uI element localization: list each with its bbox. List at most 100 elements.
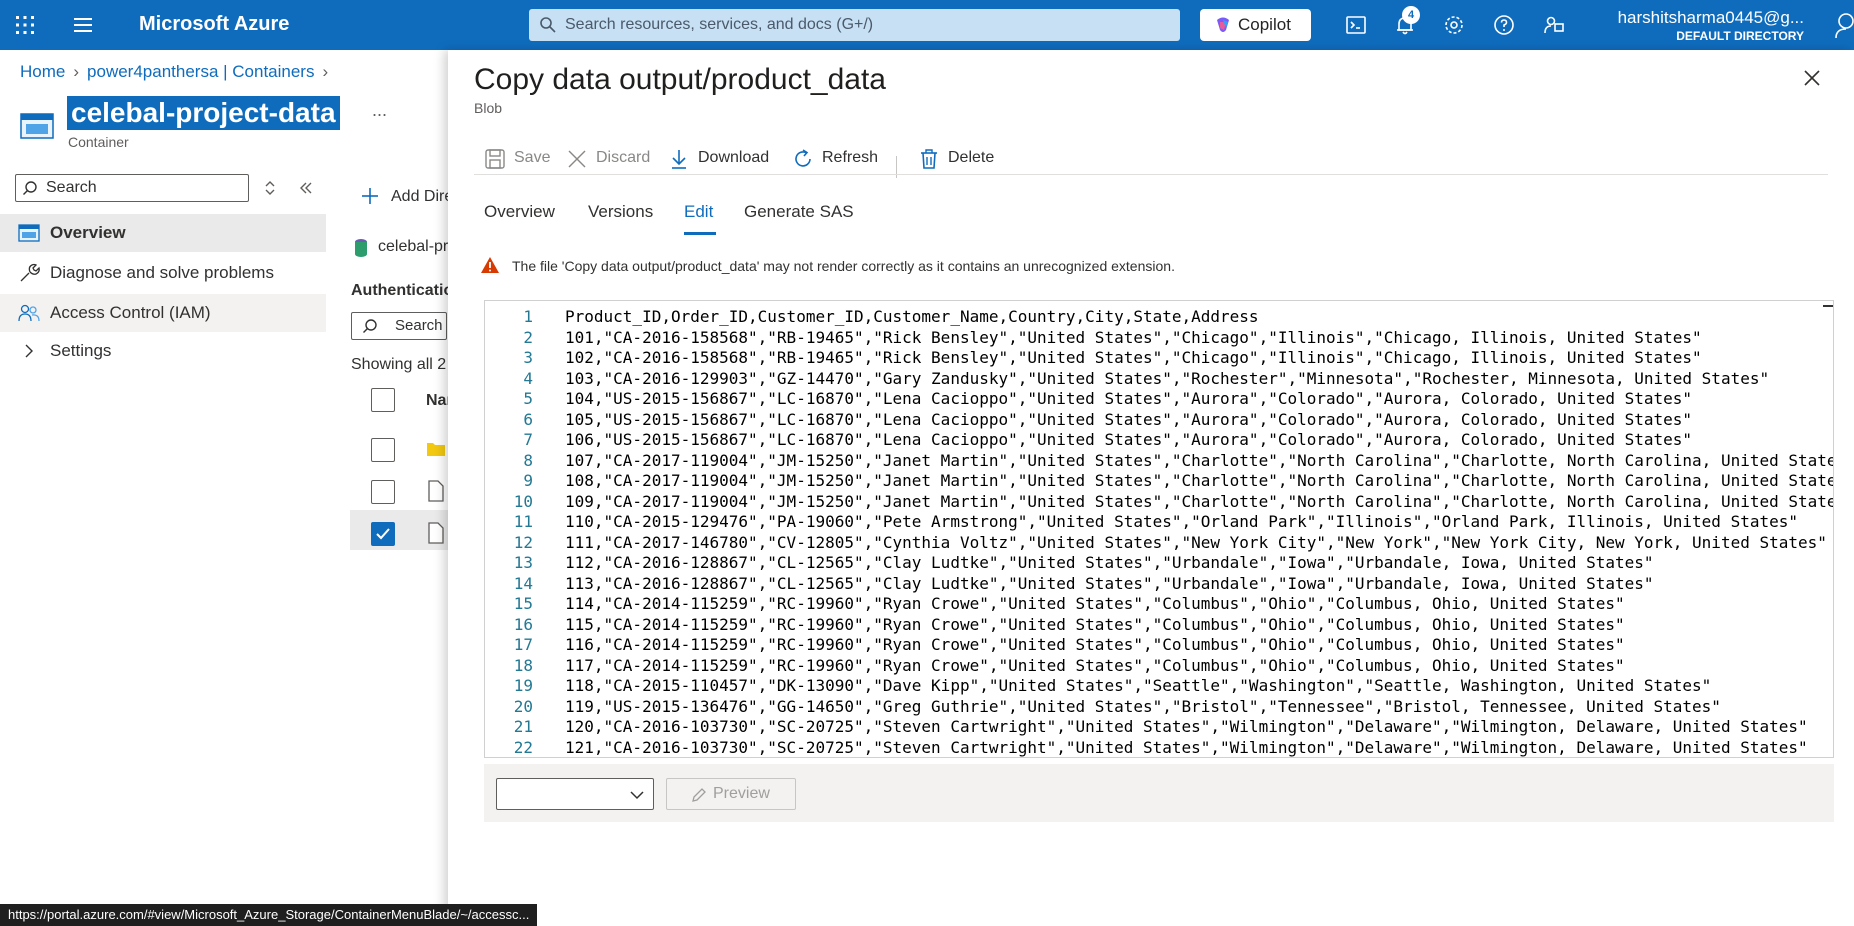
warning-icon: [481, 257, 499, 273]
copilot-icon: [1217, 17, 1229, 32]
storage-account-icon: [355, 239, 367, 257]
delete-label: Delete: [948, 149, 995, 166]
top-bar: Microsoft Azure Copilot 4: [0, 0, 1854, 50]
code-editor[interactable]: 1 Product_ID,Order_ID,Customer_ID,Custome…: [484, 300, 1834, 758]
toolbar-rule: [474, 174, 1828, 175]
people-icon: [18, 304, 40, 322]
download-icon: [672, 150, 686, 169]
panel-subtitle: Blob: [474, 100, 503, 116]
breadcrumb-storage[interactable]: power4panthersa | Containers: [87, 62, 314, 81]
save-button[interactable]: Save: [484, 142, 554, 176]
page-subtitle: Container: [68, 134, 129, 150]
breadcrumb-chevron-icon: ›: [322, 62, 329, 81]
nav-item-label: Overview: [50, 223, 126, 242]
preview-label: Preview: [713, 785, 770, 802]
page-title: celebal-project-data: [67, 96, 340, 130]
tab-edit[interactable]: Edit: [684, 202, 713, 222]
file-icon: [428, 522, 444, 544]
refresh-icon: [795, 149, 811, 167]
nav-item-label: Access Control (IAM): [50, 303, 211, 322]
refresh-button[interactable]: Refresh: [792, 142, 888, 176]
add-icon: [362, 188, 378, 204]
account-info[interactable]: harshitsharma0445@g... DEFAULT DIRECTORY: [1604, 8, 1804, 43]
feedback-icon[interactable]: [1542, 13, 1566, 37]
discard-button[interactable]: Discard: [566, 142, 652, 176]
breadcrumb-chevron-icon: ›: [73, 62, 80, 81]
cloud-shell-icon[interactable]: [1344, 13, 1368, 37]
status-bar-url: https://portal.azure.com/#view/Microsoft…: [0, 904, 538, 926]
wrench-icon: [20, 263, 40, 282]
file-icon: [428, 480, 444, 502]
copilot-label: Copilot: [1238, 15, 1291, 34]
nav-item-overview[interactable]: Overview: [0, 214, 326, 252]
row-checkbox[interactable]: [371, 438, 395, 462]
discard-label: Discard: [596, 149, 651, 166]
line-text: 121,"CA-2016-103730","SC-20725","Steven …: [565, 737, 1808, 757]
global-search[interactable]: [529, 9, 1180, 41]
panel-title: Copy data output/product_data: [474, 63, 886, 96]
save-label: Save: [514, 149, 551, 166]
container-icon: [18, 224, 40, 242]
pencil-icon: [692, 788, 706, 802]
menu-icon[interactable]: [72, 15, 94, 35]
expand-collapse-icon[interactable]: [262, 180, 278, 196]
breadcrumb-home[interactable]: Home: [20, 62, 65, 81]
trash-icon: [921, 149, 937, 169]
help-icon[interactable]: [1492, 13, 1516, 37]
more-actions-icon[interactable]: ...: [372, 100, 387, 121]
checkmark-icon: [376, 528, 390, 540]
add-directory-button[interactable]: Add Dire: [391, 188, 453, 206]
avatar-icon[interactable]: [1832, 12, 1854, 38]
settings-gear-icon[interactable]: [1442, 13, 1466, 37]
container-icon: [20, 113, 54, 139]
nav-item-settings[interactable]: Settings: [0, 332, 326, 370]
tab-generate-sas[interactable]: Generate SAS: [744, 202, 854, 222]
list-search[interactable]: Search: [351, 312, 447, 340]
collapse-menu-icon[interactable]: [298, 180, 314, 196]
account-directory: DEFAULT DIRECTORY: [1676, 29, 1804, 43]
left-search-input[interactable]: [46, 177, 242, 199]
select-all-checkbox[interactable]: [371, 388, 395, 412]
line-number: 22: [513, 737, 533, 757]
auth-label: Authenticatio: [351, 282, 454, 299]
brand-title[interactable]: Microsoft Azure: [139, 13, 289, 36]
tab-overview[interactable]: Overview: [484, 202, 555, 222]
row-checkbox-checked[interactable]: [371, 522, 395, 546]
discard-x-icon: [568, 150, 586, 168]
refresh-label: Refresh: [822, 149, 879, 166]
account-user: harshitsharma0445@g...: [1617, 8, 1804, 27]
preview-type-select[interactable]: [496, 778, 654, 810]
editor-line[interactable]: 22 121,"CA-2016-103730","SC-20725","Steve…: [485, 736, 1833, 758]
chevron-down-icon: [630, 791, 644, 800]
download-label: Download: [698, 149, 770, 166]
preview-button[interactable]: Preview: [666, 778, 796, 810]
download-button[interactable]: Download: [668, 142, 774, 176]
list-search-placeholder: Search: [395, 317, 443, 334]
editor-footer: Preview: [484, 764, 1834, 822]
tab-versions[interactable]: Versions: [588, 202, 653, 222]
row-checkbox[interactable]: [371, 480, 395, 504]
warning-message: The file 'Copy data output/product_data'…: [512, 258, 1175, 274]
chevron-right-icon: [25, 344, 33, 358]
delete-button[interactable]: Delete: [918, 142, 1008, 176]
folder-icon: [427, 443, 445, 456]
path-label: celebal-pr: [378, 238, 449, 255]
nav-item-diagnose[interactable]: Diagnose and solve problems: [0, 254, 326, 292]
notification-badge: 4: [1402, 6, 1420, 24]
search-icon: [363, 319, 377, 333]
nav-item-label: Settings: [50, 341, 112, 360]
nav-item-label: Diagnose and solve problems: [50, 263, 274, 282]
close-icon[interactable]: [1802, 68, 1822, 88]
blob-panel: Copy data output/product_data Blob Save …: [448, 50, 1854, 926]
search-icon: [540, 17, 556, 33]
app-launcher-icon[interactable]: [14, 14, 36, 36]
breadcrumb: Home › power4panthersa | Containers ›: [20, 62, 336, 82]
search-icon: [23, 181, 37, 195]
showing-count: Showing all 2: [351, 356, 447, 373]
active-tab-indicator: [684, 232, 716, 235]
nav-item-access-control[interactable]: Access Control (IAM): [0, 294, 326, 332]
left-search[interactable]: [15, 174, 249, 202]
global-search-input[interactable]: [565, 9, 1165, 41]
save-icon: [485, 149, 505, 169]
copilot-button[interactable]: Copilot: [1200, 9, 1311, 41]
